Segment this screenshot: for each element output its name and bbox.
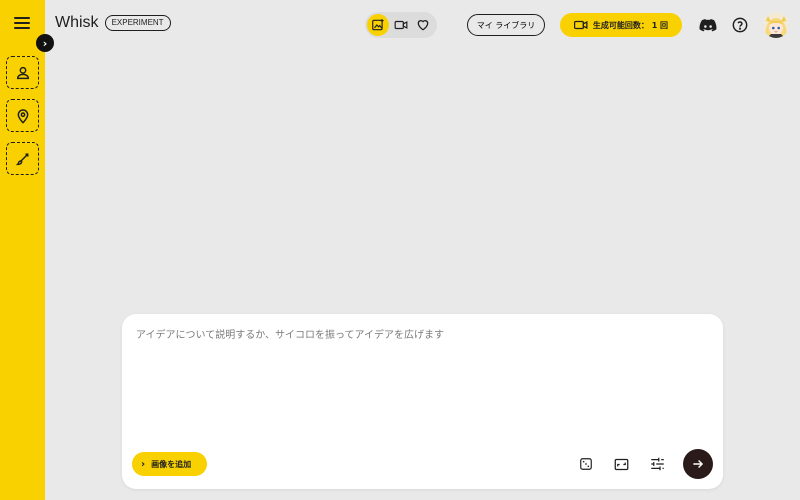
brand: Whisk EXPERIMENT: [55, 14, 171, 32]
aspect-ratio-icon: [614, 458, 628, 470]
video-plus-icon: [573, 20, 588, 30]
expand-sidebar-button[interactable]: ›: [36, 34, 54, 52]
aspect-ratio-button[interactable]: [612, 455, 630, 473]
submit-button[interactable]: [683, 449, 713, 479]
mode-switcher: [365, 12, 437, 38]
help-button[interactable]: [731, 16, 749, 34]
avatar[interactable]: [763, 12, 789, 38]
experiment-badge: EXPERIMENT: [104, 15, 171, 31]
add-image-label: 画像を追加: [151, 459, 192, 469]
video-mode-button[interactable]: [390, 14, 412, 36]
scene-slot-button[interactable]: [6, 99, 39, 132]
brand-title: Whisk: [55, 14, 99, 31]
randomize-dice-button[interactable]: [577, 455, 595, 473]
dice-icon: [580, 458, 592, 470]
menu-icon-line: [14, 22, 30, 24]
heart-icon: [417, 20, 429, 31]
image-mode-icon: [371, 19, 384, 31]
favorites-button[interactable]: [412, 14, 434, 36]
brush-icon: [15, 152, 29, 165]
person-icon: [16, 66, 29, 79]
generations-label: 生成可能回数： 1 回: [592, 20, 669, 30]
my-library-button[interactable]: マイ ライブラリ: [467, 14, 545, 36]
chevron-right-icon: ›: [42, 36, 48, 50]
video-mode-icon: [394, 20, 407, 30]
generations-remaining-button[interactable]: 生成可能回数： 1 回: [560, 13, 682, 37]
discord-button[interactable]: [699, 16, 717, 34]
prompt-input[interactable]: [136, 326, 706, 426]
add-image-button[interactable]: › 画像を追加: [132, 452, 207, 476]
menu-button[interactable]: [14, 17, 30, 31]
image-mode-button[interactable]: [367, 14, 389, 36]
chevron-right-icon: ›: [141, 458, 146, 470]
arrow-right-icon: [693, 460, 704, 468]
menu-icon-line: [14, 27, 30, 29]
settings-button[interactable]: [648, 455, 666, 473]
prompt-card: › 画像を追加: [122, 314, 723, 489]
sliders-icon: [650, 457, 664, 471]
help-icon: [732, 17, 748, 33]
anime-avatar-image: [763, 12, 789, 38]
menu-icon-line: [14, 17, 30, 19]
discord-icon: [699, 19, 717, 32]
sidebar: [0, 0, 45, 500]
subject-slot-button[interactable]: [6, 56, 39, 89]
location-pin-icon: [17, 108, 28, 124]
style-slot-button[interactable]: [6, 142, 39, 175]
